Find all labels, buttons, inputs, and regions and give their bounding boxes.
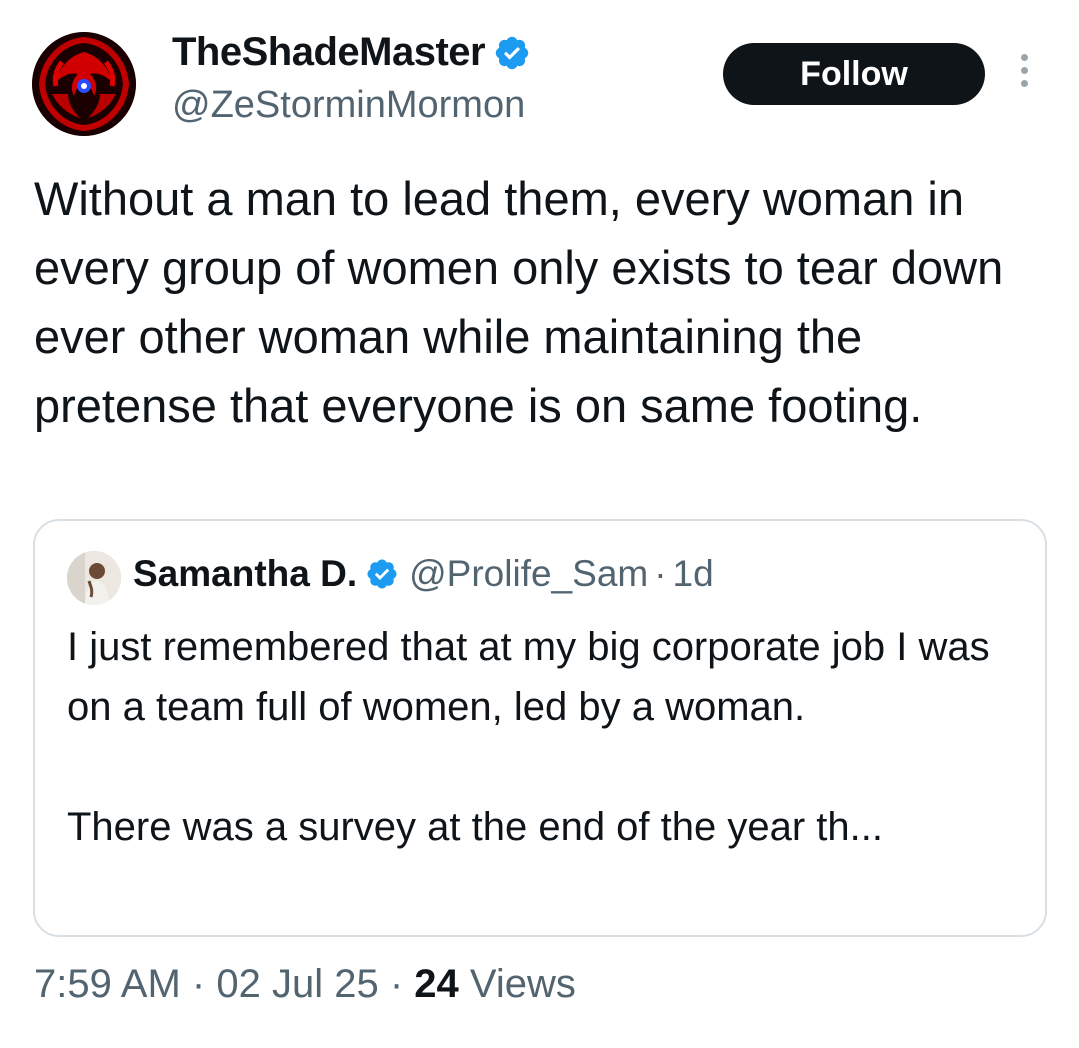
views-label: Views (469, 962, 576, 1006)
author-display-name[interactable]: TheShadeMaster (172, 30, 486, 75)
quoted-tweet-text: I just remembered that at my big corpora… (67, 625, 990, 849)
more-vertical-icon[interactable] (1012, 54, 1036, 94)
quoted-display-name[interactable]: Samantha D. (133, 553, 357, 595)
quoted-author-avatar (67, 551, 121, 605)
author-name-row: TheShadeMaster (172, 30, 531, 75)
post-date[interactable]: 02 Jul 25 (216, 962, 378, 1006)
portrait-photo-icon (67, 551, 121, 605)
views-count[interactable]: 24 (414, 962, 459, 1006)
author-avatar[interactable] (32, 32, 136, 136)
quoted-handle[interactable]: @Prolife_Sam (409, 553, 648, 595)
tweet-meta: 7:59 AM · 02 Jul 25 · 24 Views (34, 962, 576, 1007)
quoted-tweet-card[interactable]: Samantha D. @Prolife_Sam · 1d I just rem… (33, 519, 1047, 937)
tweet-text: Without a man to lead them, every woman … (34, 172, 1004, 432)
quoted-timestamp[interactable]: 1d (673, 553, 714, 595)
red-emblem-icon (32, 32, 136, 136)
verified-badge-icon (495, 36, 529, 69)
verified-badge-icon (367, 559, 397, 589)
separator-dot: · (654, 553, 667, 594)
author-handle[interactable]: @ZeStorminMormon (172, 84, 525, 127)
separator-dot: · (389, 962, 404, 1006)
quoted-tweet-header: Samantha D. @Prolife_Sam · 1d (133, 553, 714, 595)
post-time[interactable]: 7:59 AM (34, 962, 181, 1006)
separator-dot: · (191, 962, 206, 1006)
follow-button[interactable]: Follow (723, 43, 985, 105)
